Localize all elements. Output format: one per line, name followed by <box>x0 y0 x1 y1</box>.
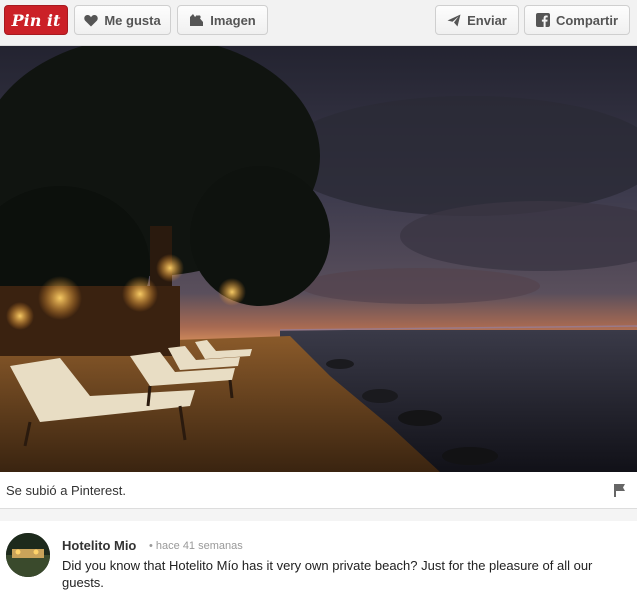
beach-sunset-photo <box>0 46 637 472</box>
comment-time: • hace 41 semanas <box>149 540 243 552</box>
send-button[interactable]: Enviar <box>435 5 519 35</box>
facebook-icon <box>535 13 550 27</box>
share-button[interactable]: Compartir <box>524 5 630 35</box>
upload-source-text: Se subió a Pinterest. <box>6 483 126 498</box>
send-label: Enviar <box>467 12 507 28</box>
comment-text: Did you know that Hotelito Mío has it ve… <box>62 558 593 590</box>
avatar[interactable] <box>6 533 50 577</box>
pin-photo[interactable] <box>0 46 637 472</box>
action-toolbar: Pin it Me gusta Imagen Enviar Compartir <box>0 0 637 46</box>
like-button[interactable]: Me gusta <box>74 5 171 35</box>
flag-icon[interactable] <box>614 484 625 497</box>
share-label: Compartir <box>555 12 619 28</box>
pin-it-button[interactable]: Pin it <box>4 5 68 35</box>
image-button[interactable]: Imagen <box>177 5 268 35</box>
avatar-image <box>6 533 50 577</box>
heart-icon <box>84 14 99 26</box>
send-icon <box>447 14 461 26</box>
image-icon <box>190 14 204 26</box>
separator <box>0 509 637 521</box>
pin-caption: Se subió a Pinterest. <box>0 472 637 509</box>
like-label: Me gusta <box>104 12 161 28</box>
pin-it-label: Pin it <box>11 10 61 30</box>
image-label: Imagen <box>210 12 256 28</box>
comment-author[interactable]: Hotelito Mio <box>62 538 136 553</box>
comment-item: Hotelito Mio • hace 41 semanas Did you k… <box>0 521 637 595</box>
